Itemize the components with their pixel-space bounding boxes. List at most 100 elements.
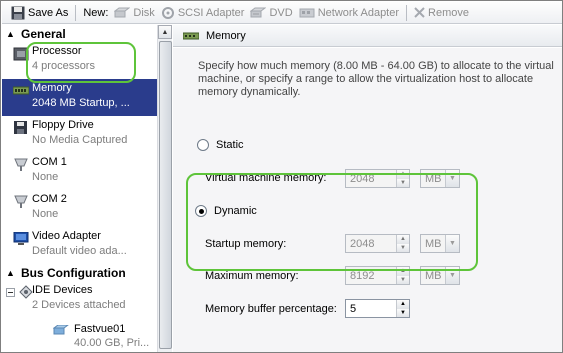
startup-memory-spin: ▲ ▼ [396, 235, 409, 252]
com2-subtitle: None [32, 208, 59, 220]
maximum-memory-unit-select[interactable]: MB ▼ [420, 266, 460, 285]
hardware-list-scrollbar[interactable]: ▲ [157, 25, 172, 352]
new-disk-button[interactable]: Disk [111, 3, 157, 23]
dvd-drive-icon [250, 7, 267, 17]
vm-memory-stepper[interactable]: 2048 ▲ ▼ [345, 169, 410, 188]
video-title: Video Adapter [32, 230, 101, 242]
memory-settings-pane: Memory Specify how much memory (8.00 MB … [173, 25, 562, 352]
dropdown-arrow-icon[interactable]: ▼ [445, 267, 459, 284]
new-scsi-adapter-button[interactable]: SCSI Adapter [158, 3, 248, 23]
toolbar-separator [75, 4, 77, 21]
pane-header: Memory [173, 25, 562, 47]
sidebar-item-memory[interactable]: Memory 2048 MB Startup, ... [2, 79, 171, 116]
collapse-chevron-icon[interactable]: ▲ [6, 29, 18, 39]
sidebar-item-com1[interactable]: COM 1 None [2, 153, 171, 190]
new-label: New: [83, 6, 109, 19]
save-as-button[interactable]: Save As [8, 3, 71, 23]
spin-up-icon[interactable]: ▲ [397, 267, 409, 276]
toolbar: Save As New: Disk SCSI Adapter DVD Netwo… [2, 2, 562, 24]
collapse-chevron-icon[interactable]: ▲ [6, 268, 18, 278]
static-radio-dot[interactable] [197, 139, 209, 151]
spin-up-icon[interactable]: ▲ [397, 300, 409, 309]
dynamic-radio[interactable]: Dynamic [195, 205, 257, 217]
new-dvd-label: DVD [269, 6, 293, 19]
vm-memory-label: Virtual machine memory: [205, 172, 327, 184]
dynamic-radio-label: Dynamic [214, 205, 257, 217]
scrollbar-thumb[interactable] [159, 41, 172, 349]
spin-down-icon[interactable]: ▼ [397, 275, 409, 284]
sidebar-item-com2[interactable]: COM 2 None [2, 190, 171, 227]
remove-x-icon [414, 7, 425, 18]
buffer-percentage-spin: ▲ ▼ [396, 300, 409, 317]
serial-port-icon [14, 158, 28, 171]
new-network-adapter-button[interactable]: Network Adapter [296, 3, 402, 23]
memory-subtitle: 2048 MB Startup, ... [32, 97, 130, 109]
maximum-memory-stepper[interactable]: 8192 ▲ ▼ [345, 266, 410, 285]
scroll-up-arrow-icon[interactable]: ▲ [158, 25, 172, 39]
processor-chip-icon [13, 47, 29, 61]
save-as-label: Save As [28, 6, 69, 19]
dynamic-radio-dot[interactable] [195, 205, 207, 217]
maximum-memory-value: 8192 [350, 269, 375, 282]
startup-memory-unit-value: MB [425, 237, 442, 250]
dropdown-arrow-icon[interactable]: ▼ [445, 170, 459, 187]
spin-down-icon[interactable]: ▼ [397, 243, 409, 252]
ide-title: IDE Devices [32, 284, 93, 296]
spin-down-icon[interactable]: ▼ [397, 308, 409, 317]
new-dvd-button[interactable]: DVD [247, 3, 295, 23]
toolbar-separator [406, 4, 408, 21]
hard-disk-icon [114, 7, 131, 17]
remove-button[interactable]: Remove [411, 3, 472, 23]
pane-title: Memory [206, 29, 246, 42]
new-disk-label: Disk [133, 6, 155, 19]
spin-up-icon[interactable]: ▲ [397, 170, 409, 179]
new-scsi-adapter-label: SCSI Adapter [177, 6, 245, 19]
vm-memory-unit-value: MB [425, 172, 442, 185]
section-bus-label: Bus Configuration [21, 265, 126, 280]
startup-memory-stepper[interactable]: 2048 ▲ ▼ [345, 234, 410, 253]
section-bus-configuration[interactable]: ▲ Bus Configuration [2, 264, 171, 281]
ide-controller-icon [19, 285, 33, 299]
startup-memory-unit-select[interactable]: MB ▼ [420, 234, 460, 253]
sidebar-item-processor[interactable]: Processor 4 processors [2, 42, 171, 79]
processor-title: Processor [32, 45, 82, 57]
processor-subtitle: 4 processors [32, 60, 95, 72]
buffer-percentage-value: 5 [350, 302, 357, 315]
virtual-disk-icon [53, 325, 69, 335]
vm-settings-window: Save As New: Disk SCSI Adapter DVD Netwo… [0, 0, 563, 353]
startup-memory-value: 2048 [350, 237, 375, 250]
ide-subtitle: 2 Devices attached [32, 299, 126, 311]
monitor-icon [13, 232, 29, 245]
memory-description: Specify how much memory (8.00 MB - 64.00… [198, 60, 554, 98]
maximum-memory-unit-value: MB [425, 269, 442, 282]
startup-memory-label: Startup memory: [205, 238, 287, 250]
vm-memory-unit-select[interactable]: MB ▼ [420, 169, 460, 188]
maximum-memory-spin: ▲ ▼ [396, 267, 409, 284]
section-general[interactable]: ▲ General [2, 25, 171, 42]
static-radio-label: Static [216, 139, 244, 151]
com2-title: COM 2 [32, 193, 67, 205]
buffer-percentage-label: Memory buffer percentage: [205, 303, 337, 315]
sidebar-item-ide-devices[interactable]: IDE Devices 2 Devices attached [2, 281, 171, 318]
section-general-label: General [21, 26, 66, 41]
sidebar-item-video-adapter[interactable]: Video Adapter Default video ada... [2, 227, 171, 264]
vm-memory-spin: ▲ ▼ [396, 170, 409, 187]
sidebar-item-floppy-drive[interactable]: Floppy Drive No Media Captured [2, 116, 171, 153]
static-radio[interactable]: Static [197, 139, 244, 151]
dropdown-arrow-icon[interactable]: ▼ [445, 235, 459, 252]
tree-collapse-icon[interactable] [6, 288, 15, 297]
sidebar-item-virtual-disk[interactable]: Fastvue01 40.00 GB, Pri... [2, 318, 171, 349]
remove-label: Remove [428, 6, 469, 19]
buffer-percentage-stepper[interactable]: 5 ▲ ▼ [345, 299, 410, 318]
floppy-subtitle: No Media Captured [32, 134, 128, 146]
pane-body: Specify how much memory (8.00 MB - 64.00… [173, 48, 562, 352]
memory-title: Memory [32, 82, 72, 94]
floppy-disk-icon [11, 6, 25, 19]
spin-down-icon[interactable]: ▼ [397, 178, 409, 187]
spin-up-icon[interactable]: ▲ [397, 235, 409, 244]
network-adapter-icon [299, 8, 315, 17]
memory-module-icon [183, 32, 199, 39]
floppy-title: Floppy Drive [32, 119, 94, 131]
com1-subtitle: None [32, 171, 59, 183]
serial-port-icon [14, 195, 28, 208]
